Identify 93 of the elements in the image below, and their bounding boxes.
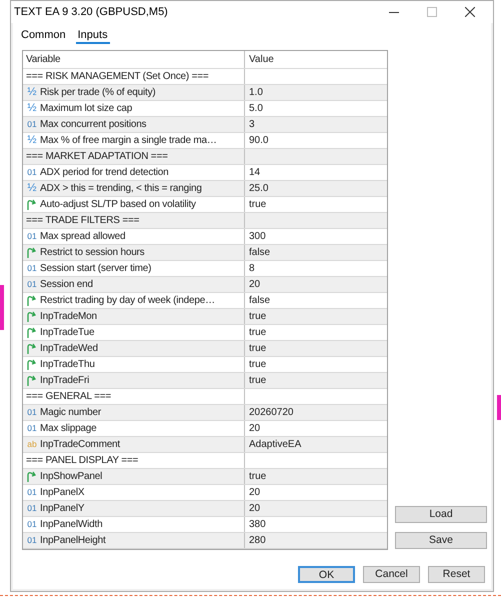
table-cell-text: InpTradeMon <box>40 310 97 324</box>
table-cell[interactable]: 20 <box>249 421 260 436</box>
column-header: Value <box>249 53 274 67</box>
table-cell[interactable]: 90.0 <box>249 133 268 148</box>
type-icon: 01 <box>26 118 38 131</box>
table-cell[interactable]: 20 <box>249 485 260 500</box>
table-cell-text: InpTradeThu <box>40 358 95 372</box>
type-icon: ½ <box>26 181 38 196</box>
tab[interactable]: Common <box>19 29 68 44</box>
table-cell[interactable]: 14 <box>249 165 260 180</box>
table-cell[interactable]: 20 <box>249 277 260 292</box>
table-cell-text: Magic number <box>40 406 101 420</box>
table-cell[interactable]: 5.0 <box>249 101 263 116</box>
table-cell-text: Risk per trade (% of equity) <box>40 86 156 100</box>
type-icon: 01 <box>26 166 38 179</box>
table-cell-text: InpPanelY <box>40 502 84 516</box>
column-header: Variable <box>26 53 60 67</box>
table-cell-text: Session start (server time) <box>40 262 152 276</box>
table-cell-text: InpTradeTue <box>40 326 94 340</box>
type-icon: ½ <box>26 101 38 116</box>
table-cell-text: === GENERAL === <box>26 390 112 404</box>
table-cell-text: InpTradeComment <box>40 438 120 452</box>
type-icon: 01 <box>26 278 38 291</box>
table-cell-text: === MARKET ADAPTATION === <box>26 150 168 164</box>
table-cell[interactable]: false <box>249 293 270 308</box>
dialog-button[interactable]: OK <box>298 566 355 583</box>
table-cell-text: === PANEL DISPLAY === <box>26 454 138 468</box>
dialog-button[interactable]: Cancel <box>363 566 420 583</box>
window-title: TEXT EA 9 3.20 (GBPUSD,M5) <box>14 4 168 20</box>
chart-candle <box>497 395 501 420</box>
type-icon: ab <box>26 438 38 451</box>
type-icon: 01 <box>26 422 38 435</box>
table-cell[interactable]: true <box>249 469 266 484</box>
type-icon: ½ <box>26 133 38 148</box>
table-cell[interactable]: 280 <box>249 533 266 548</box>
type-icon: 01 <box>26 230 38 243</box>
table-cell[interactable]: AdaptiveEA <box>249 437 302 452</box>
toggle-arrow-icon <box>26 327 37 338</box>
table-cell[interactable]: true <box>249 357 266 372</box>
table-cell[interactable]: 300 <box>249 229 266 244</box>
table-cell-text: === RISK MANAGEMENT (Set Once) === <box>26 70 209 84</box>
table-cell[interactable]: false <box>249 245 270 260</box>
table-cell-text: Restrict to session hours <box>40 246 144 260</box>
table-cell-text: Max spread allowed <box>40 230 126 244</box>
type-icon: 01 <box>26 518 38 531</box>
toggle-arrow-icon <box>26 295 37 306</box>
toggle-arrow-icon <box>26 311 37 322</box>
close-icon[interactable] <box>465 7 475 17</box>
table-cell[interactable]: 3 <box>249 117 255 132</box>
table-cell-text: Session end <box>40 278 93 292</box>
table-cell[interactable]: true <box>249 197 266 212</box>
table-cell-text: Max concurrent positions <box>40 118 146 132</box>
side-button[interactable]: Save <box>395 532 487 549</box>
table-cell[interactable]: 20260720 <box>249 405 294 420</box>
tab[interactable]: Inputs <box>76 29 110 44</box>
toggle-arrow-icon <box>26 199 37 210</box>
chart-candle <box>0 285 4 330</box>
toggle-arrow-icon <box>26 471 37 482</box>
type-icon: 01 <box>26 486 38 499</box>
toggle-arrow-icon <box>26 343 37 354</box>
table-cell[interactable]: 25.0 <box>249 181 268 196</box>
type-icon: 01 <box>26 502 38 515</box>
table-cell-text: Restrict trading by day of week (indepe… <box>40 294 215 308</box>
table-cell[interactable]: 1.0 <box>249 85 263 100</box>
type-icon: 01 <box>26 534 38 547</box>
side-button[interactable]: Load <box>395 506 487 523</box>
table-cell-text: Auto-adjust SL/TP based on volatility <box>40 198 196 212</box>
table-cell-text: InpTradeWed <box>40 342 98 356</box>
toggle-arrow-icon <box>26 359 37 370</box>
type-icon: 01 <box>26 262 38 275</box>
type-icon: 01 <box>26 406 38 419</box>
table-cell[interactable]: true <box>249 373 266 388</box>
type-icon: ½ <box>26 85 38 100</box>
table-cell-text: Maximum lot size cap <box>40 102 132 116</box>
table-cell[interactable]: true <box>249 341 266 356</box>
table-cell-text: Max % of free margin a single trade ma… <box>40 134 217 148</box>
dialog-button[interactable]: Reset <box>428 566 485 583</box>
toggle-arrow-icon <box>26 247 37 258</box>
toggle-arrow-icon <box>26 375 37 386</box>
table-cell-text: ADX > this = trending, < this = ranging <box>40 182 202 196</box>
table-cell-text: InpShowPanel <box>40 470 102 484</box>
table-cell-text: Max slippage <box>40 422 97 436</box>
table-cell-text: InpTradeFri <box>40 374 90 388</box>
table-cell[interactable]: 20 <box>249 501 260 516</box>
table-cell[interactable]: 8 <box>249 261 255 276</box>
table-cell-text: InpPanelHeight <box>40 534 106 548</box>
table-cell[interactable]: 380 <box>249 517 266 532</box>
table-cell-text: ADX period for trend detection <box>40 166 169 180</box>
table-cell[interactable]: true <box>249 309 266 324</box>
table-cell-text: === TRADE FILTERS === <box>26 214 140 228</box>
table-cell-text: InpPanelWidth <box>40 518 102 532</box>
table-cell[interactable]: true <box>249 325 266 340</box>
table-cell-text: InpPanelX <box>40 486 84 500</box>
